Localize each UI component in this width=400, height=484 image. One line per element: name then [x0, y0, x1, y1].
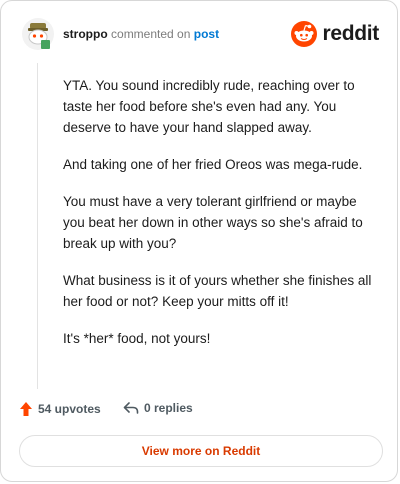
comment-header: stroppo commented on post reddit	[21, 17, 379, 53]
thread-line	[37, 63, 38, 389]
post-link[interactable]: post	[194, 27, 219, 41]
upvotes-stat[interactable]: 54 upvotes	[19, 401, 101, 417]
upvote-arrow-icon	[20, 402, 32, 416]
comment-footer: 54 upvotes 0 replies	[19, 401, 379, 421]
replies-count: 0 replies	[144, 401, 193, 415]
username-link[interactable]: stroppo	[63, 27, 108, 41]
user-avatar-icon[interactable]	[21, 17, 55, 51]
comment-body: YTA. You sound incredibly rude, reaching…	[63, 75, 381, 365]
comment-paragraph: What business is it of yours whether she…	[63, 273, 372, 309]
reddit-brand[interactable]: reddit	[291, 21, 379, 47]
view-more-button[interactable]: View more on Reddit	[19, 435, 383, 467]
action-text: commented on	[111, 27, 191, 41]
reddit-logo-icon	[291, 21, 318, 47]
embedded-comment-card: stroppo commented on post reddit YTA. Yo…	[0, 0, 398, 482]
replies-stat[interactable]: 0 replies	[123, 401, 193, 415]
reply-arrow-icon	[123, 402, 139, 414]
comment-meta: stroppo commented on post	[63, 27, 219, 41]
comment-paragraph: YTA. You sound incredibly rude, reaching…	[63, 78, 355, 135]
comment-paragraph: It's *her* food, not yours!	[63, 331, 211, 346]
comment-paragraph: And taking one of her fried Oreos was me…	[63, 157, 363, 172]
comment-paragraph: You must have a very tolerant girlfriend…	[63, 194, 363, 251]
brand-wordmark: reddit	[322, 22, 379, 45]
upvotes-count: 54 upvotes	[38, 402, 101, 416]
